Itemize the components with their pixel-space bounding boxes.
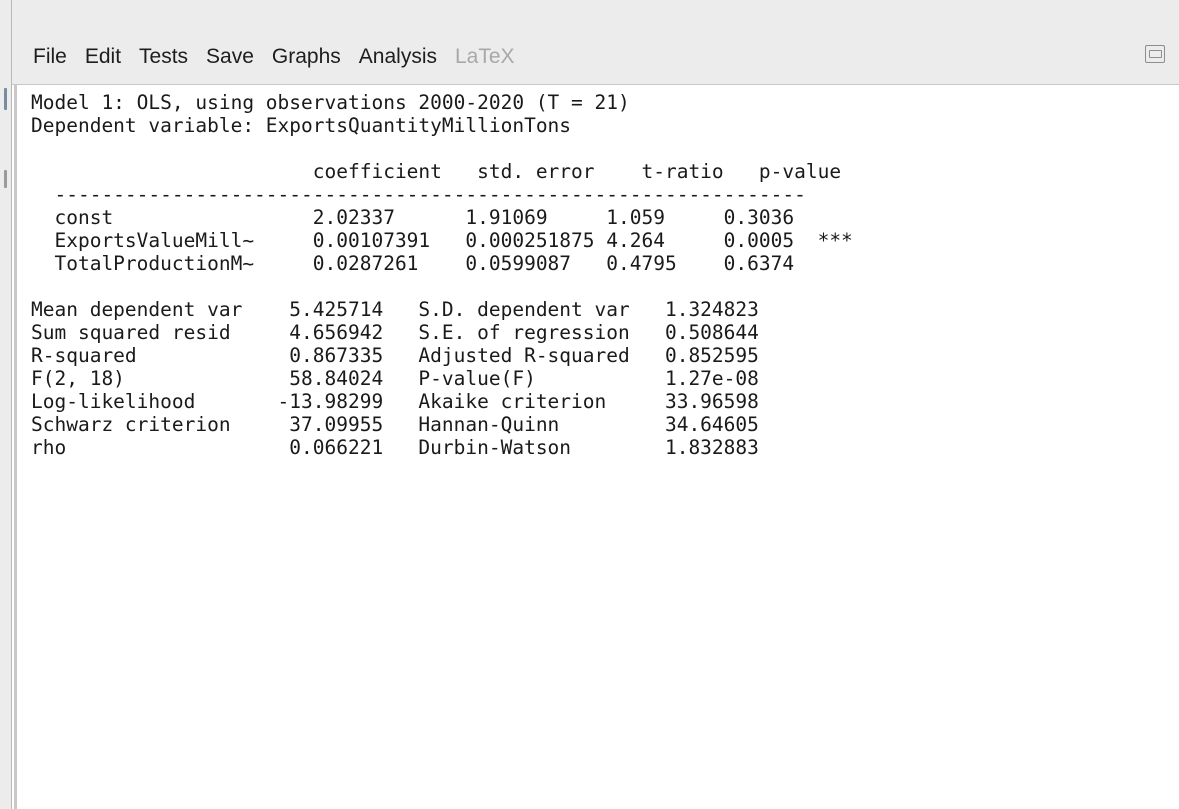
menu-file[interactable]: File: [33, 44, 67, 70]
menu-edit[interactable]: Edit: [85, 44, 121, 70]
dependent-variable: Dependent variable: ExportsQuantityMilli…: [31, 114, 572, 137]
window-restore-icon[interactable]: [1145, 45, 1165, 63]
menu-graphs[interactable]: Graphs: [272, 44, 341, 70]
stats-row: rho 0.066221 Durbin-Watson 1.832883: [31, 436, 759, 459]
menu-latex[interactable]: LaTeX: [455, 44, 515, 70]
stats-row: Schwarz criterion 37.09955 Hannan-Quinn …: [31, 413, 759, 436]
edge-mark: [4, 170, 7, 188]
model-title: Model 1: OLS, using observations 2000-20…: [31, 91, 630, 114]
table-header: coefficient std. error t-ratio p-value: [31, 160, 842, 183]
menu-save[interactable]: Save: [206, 44, 254, 70]
stats-row: Sum squared resid 4.656942 S.E. of regre…: [31, 321, 759, 344]
menu-tests[interactable]: Tests: [139, 44, 188, 70]
output-pane[interactable]: Model 1: OLS, using observations 2000-20…: [14, 85, 1179, 809]
table-row: TotalProductionM~ 0.0287261 0.0599087 0.…: [31, 252, 795, 275]
menu-analysis[interactable]: Analysis: [359, 44, 437, 70]
table-rule: ----------------------------------------…: [31, 183, 806, 206]
menubar: File Edit Tests Save Graphs Analysis LaT…: [12, 0, 1179, 85]
table-row: const 2.02337 1.91069 1.059 0.3036: [31, 206, 795, 229]
stats-row: Log-likelihood -13.98299 Akaike criterio…: [31, 390, 759, 413]
edge-mark: [4, 88, 7, 110]
stats-row: R-squared 0.867335 Adjusted R-squared 0.…: [31, 344, 759, 367]
background-window-edge: [0, 0, 12, 809]
model-output-window: File Edit Tests Save Graphs Analysis LaT…: [0, 0, 1179, 809]
menu-list: File Edit Tests Save Graphs Analysis LaT…: [33, 44, 533, 70]
table-row: ExportsValueMill~ 0.00107391 0.000251875…: [31, 229, 853, 252]
model-output-text: Model 1: OLS, using observations 2000-20…: [17, 85, 1179, 459]
stats-row: F(2, 18) 58.84024 P-value(F) 1.27e-08: [31, 367, 759, 390]
stats-row: Mean dependent var 5.425714 S.D. depende…: [31, 298, 759, 321]
